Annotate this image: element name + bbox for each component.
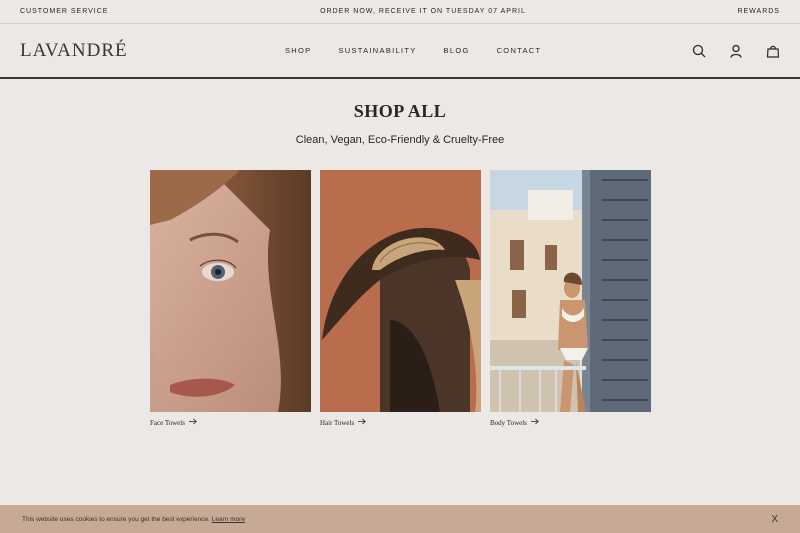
- header-icons: [692, 44, 780, 58]
- customer-service-link[interactable]: CUSTOMER SERVICE: [20, 8, 108, 15]
- page-subtitle: Clean, Vegan, Eco-Friendly & Cruelty-Fre…: [295, 134, 505, 146]
- nav-contact[interactable]: CONTACT: [497, 46, 542, 55]
- product-grid: Face Towels Hair Towels Body Towels: [150, 170, 651, 427]
- cookie-message: This website uses cookies to ensure you …: [22, 516, 245, 523]
- cookie-banner: This website uses cookies to ensure you …: [0, 505, 800, 533]
- product-name: Face Towels: [150, 418, 185, 427]
- arrow-right-icon: [358, 418, 366, 427]
- product-card-body-towels[interactable]: Body Towels: [490, 170, 651, 427]
- product-card-face-towels[interactable]: Face Towels: [150, 170, 311, 427]
- account-icon[interactable]: [729, 44, 743, 58]
- brand-logo[interactable]: LAVANDRÉ: [20, 40, 128, 62]
- arrow-right-icon: [530, 418, 539, 427]
- product-name: Body Towels: [490, 418, 527, 427]
- product-label[interactable]: Body Towels: [490, 418, 651, 427]
- nav-shop[interactable]: SHOP: [285, 46, 311, 55]
- announcement-bar: CUSTOMER SERVICE ORDER NOW, RECEIVE IT O…: [0, 0, 800, 24]
- arrow-right-icon: [188, 418, 197, 427]
- site-header: LAVANDRÉ SHOP SUSTAINABILITY BLOG CONTAC…: [0, 24, 800, 79]
- learn-more-link[interactable]: Learn more: [212, 516, 245, 523]
- product-card-hair-towels[interactable]: Hair Towels: [320, 170, 481, 427]
- balcony-woman-image[interactable]: [490, 170, 651, 412]
- product-label[interactable]: Hair Towels: [320, 418, 481, 427]
- face-portrait-image[interactable]: [150, 170, 311, 412]
- page-title: SHOP ALL: [353, 101, 447, 121]
- search-icon[interactable]: [692, 44, 706, 58]
- cookie-text: This website uses cookies to ensure you …: [22, 515, 210, 523]
- bag-icon[interactable]: [766, 44, 780, 58]
- main-nav: SHOP SUSTAINABILITY BLOG CONTACT: [285, 46, 541, 55]
- hat-silhouette-image[interactable]: [320, 170, 481, 412]
- nav-blog[interactable]: BLOG: [444, 46, 470, 55]
- rewards-link[interactable]: REWARDS: [737, 8, 780, 15]
- nav-sustainability[interactable]: SUSTAINABILITY: [338, 46, 416, 55]
- product-name: Hair Towels: [320, 418, 355, 427]
- close-icon[interactable]: X: [771, 514, 778, 525]
- delivery-notice: ORDER NOW, RECEIVE IT ON TUESDAY 07 APRI…: [320, 8, 526, 15]
- product-label[interactable]: Face Towels: [150, 418, 311, 427]
